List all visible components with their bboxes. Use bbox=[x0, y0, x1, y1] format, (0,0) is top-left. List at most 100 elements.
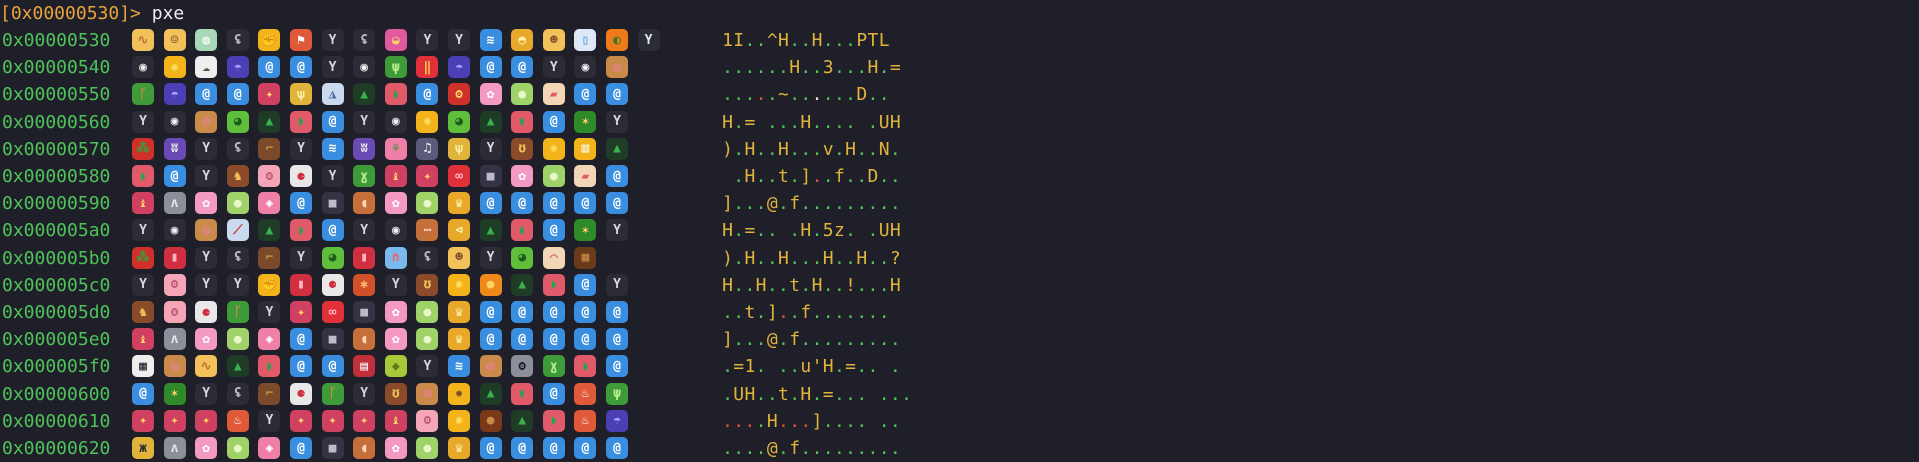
ascii-char: . bbox=[822, 193, 834, 215]
xmas-icon: ✶ bbox=[574, 219, 597, 242]
rat-icon: ʢ bbox=[226, 29, 249, 51]
ascii-char: P bbox=[856, 30, 868, 51]
pig-icon: ʘ bbox=[258, 165, 281, 187]
ascii-char: . bbox=[867, 274, 879, 296]
fries-icon: ‖ bbox=[416, 56, 439, 79]
ascii-char: . bbox=[755, 30, 767, 51]
pig-icon: ʘ bbox=[416, 409, 439, 432]
ascii-char: . bbox=[800, 438, 812, 459]
wheat-icon: ѱ bbox=[290, 83, 312, 106]
ascii-char: . bbox=[856, 329, 868, 351]
terminal-window[interactable]: [0x00000530]> pxe 0x00000530 ∿ ☺ ◍ ʢ ✊ ⚑ Yʢ ◒ Y Y ≋… bbox=[0, 0, 1919, 459]
ascii-char: ] bbox=[800, 166, 812, 187]
ascii-char: N bbox=[878, 138, 890, 160]
ascii-char bbox=[756, 109, 767, 136]
melon-icon: ● bbox=[416, 437, 439, 459]
ascii-char: . bbox=[722, 438, 734, 459]
dolls-icon: ♝ bbox=[132, 192, 154, 215]
watermelon-icon: ◗ bbox=[290, 219, 312, 242]
ascii-char: . bbox=[889, 166, 901, 187]
spiral-icon: @ bbox=[606, 437, 628, 459]
row-address[interactable]: 0x00000530 bbox=[2, 27, 110, 54]
ascii-char: H bbox=[856, 247, 868, 269]
melon-icon: ● bbox=[416, 328, 439, 351]
chestnut-icon: ● bbox=[479, 409, 502, 432]
ascii-char: f bbox=[789, 329, 801, 351]
spiral-icon: @ bbox=[290, 56, 312, 79]
row-address[interactable]: 0x000005e0 bbox=[2, 326, 110, 353]
row-address[interactable]: 0x00000540 bbox=[2, 54, 110, 81]
tree-icon: ▲ bbox=[479, 110, 502, 133]
row-address[interactable]: 0x00000570 bbox=[2, 136, 110, 163]
row-address[interactable]: 0x00000600 bbox=[2, 381, 110, 408]
ascii-char: . bbox=[778, 111, 790, 133]
ascii-char: H bbox=[722, 274, 734, 296]
meat-icon: ◖ bbox=[353, 437, 376, 459]
ascii-char: . bbox=[833, 57, 845, 79]
palm-icon: ᚴ bbox=[321, 382, 344, 405]
lipstick-icon: ▮ bbox=[290, 273, 312, 296]
row-address[interactable]: 0x000005b0 bbox=[2, 245, 110, 272]
tulip-icon: ⚘ bbox=[384, 137, 407, 160]
rainbow-icon: ∩ bbox=[384, 246, 407, 269]
ascii-char: . bbox=[822, 111, 834, 133]
ascii-char: . bbox=[845, 329, 857, 351]
hotspring-icon: ♨ bbox=[574, 409, 597, 432]
ascii-char: . bbox=[722, 302, 734, 323]
ascii-char: . bbox=[755, 302, 767, 323]
row-address[interactable]: 0x000005a0 bbox=[2, 217, 110, 244]
row-address[interactable]: 0x000005f0 bbox=[2, 353, 110, 380]
woman-icon: ☻ bbox=[448, 246, 470, 269]
row-address[interactable]: 0x00000610 bbox=[2, 408, 110, 435]
spiral-icon: @ bbox=[606, 165, 628, 187]
row-address[interactable]: 0x00000550 bbox=[2, 81, 110, 108]
ascii-char: . bbox=[789, 111, 801, 133]
fork-icon: Y bbox=[195, 273, 218, 296]
row-address[interactable]: 0x00000590 bbox=[2, 190, 110, 217]
ascii-column: .=1. ..u'H.=.. . bbox=[722, 353, 901, 380]
camera-icon: ■ bbox=[321, 437, 344, 459]
ascii-char: . bbox=[800, 138, 812, 160]
purse-icon: ◒ bbox=[384, 29, 407, 51]
row-address[interactable]: 0x000005c0 bbox=[2, 272, 110, 299]
watermelon-icon: ◗ bbox=[511, 110, 534, 133]
ascii-char: ' bbox=[811, 356, 823, 378]
ascii-char: . bbox=[800, 410, 812, 432]
ascii-char: = bbox=[822, 383, 834, 405]
row-address[interactable]: 0x000005d0 bbox=[2, 299, 110, 326]
blossom-icon: ✿ bbox=[195, 437, 218, 459]
boy-icon: ☺ bbox=[163, 29, 186, 51]
tree-icon: ▲ bbox=[606, 137, 628, 160]
ascii-char: H bbox=[744, 166, 756, 187]
ascii-char: . bbox=[755, 193, 767, 215]
ascii-char: H bbox=[811, 274, 823, 296]
fork-icon: Y bbox=[479, 137, 502, 160]
watermelon-icon: ◗ bbox=[542, 273, 565, 296]
melon-icon: ● bbox=[511, 83, 534, 106]
trophy-icon: ♛ bbox=[448, 192, 470, 215]
ascii-column: ....H...].... .. bbox=[722, 408, 901, 435]
spiral-icon: @ bbox=[574, 273, 597, 296]
row-address[interactable]: 0x00000620 bbox=[2, 435, 110, 462]
ascii-char: . bbox=[778, 356, 790, 378]
palm-icon: ᚴ bbox=[226, 301, 249, 323]
prompt-line: [0x00000530]> pxe bbox=[0, 0, 184, 27]
row-address[interactable]: 0x00000560 bbox=[2, 109, 110, 136]
sparkler-icon: ✦ bbox=[290, 409, 312, 432]
bikini-icon: ∞ bbox=[321, 301, 344, 323]
pig-icon: ʘ bbox=[163, 273, 186, 296]
melon-icon: ● bbox=[226, 192, 249, 215]
row-address[interactable]: 0x00000580 bbox=[2, 163, 110, 190]
spiral-icon: @ bbox=[574, 437, 597, 459]
spiral-icon: @ bbox=[195, 83, 218, 106]
rat-icon: ʢ bbox=[353, 29, 376, 51]
cake-icon: ▰ bbox=[542, 83, 565, 106]
ascii-char: . bbox=[789, 383, 801, 405]
ascii-char: . bbox=[833, 302, 845, 323]
ascii-char: . bbox=[856, 383, 868, 405]
ascii-char: . bbox=[733, 57, 745, 79]
ascii-char: . bbox=[722, 57, 734, 79]
ascii-char: . bbox=[845, 410, 857, 432]
camera-icon: ■ bbox=[321, 328, 344, 351]
ascii-char: . bbox=[833, 329, 845, 351]
